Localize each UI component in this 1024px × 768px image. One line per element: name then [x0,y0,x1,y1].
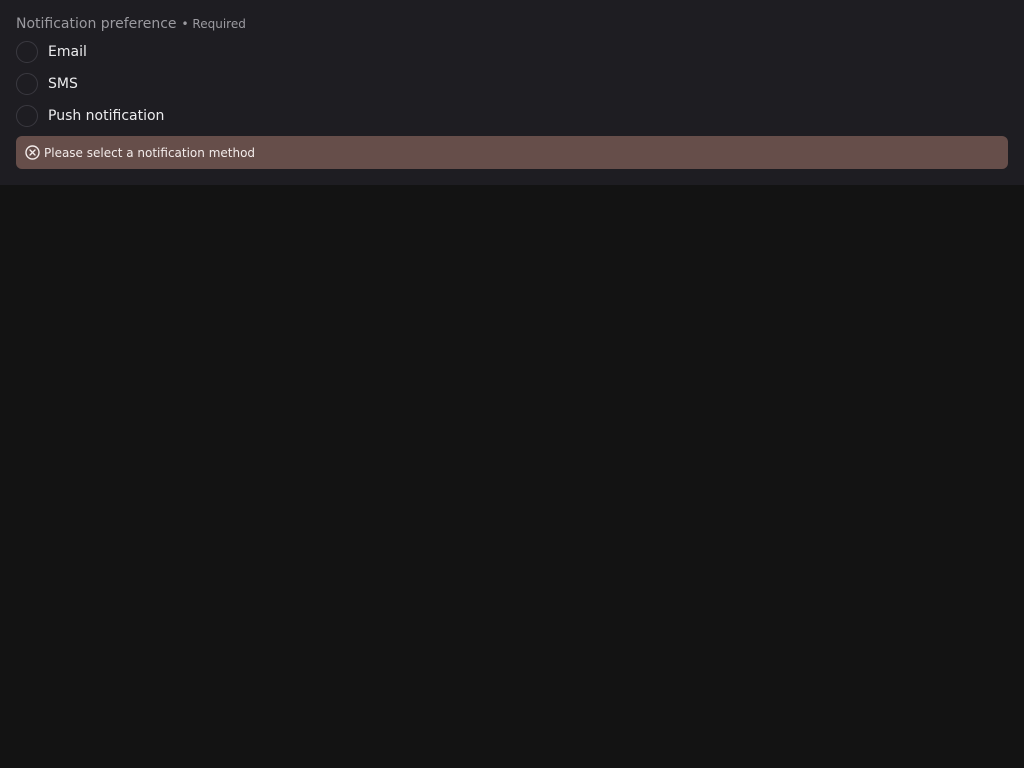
radio-option-sms[interactable]: SMS [16,72,78,96]
field-legend: Notification preference • Required [16,16,246,36]
radio-label-email[interactable]: Email [48,44,87,60]
radio-button-push-notification[interactable] [16,105,38,127]
radio-button-email[interactable] [16,41,38,63]
radio-button-sms[interactable] [16,73,38,95]
error-message-text: Please select a notification method [44,145,256,160]
error-circle-x-icon [25,145,40,160]
radio-label-push-notification[interactable]: Push notification [48,108,164,124]
error-message-box: Please select a notification method [16,136,1008,169]
required-indicator: • Required [181,17,246,31]
field-label: Notification preference [16,16,177,32]
radio-label-sms[interactable]: SMS [48,76,78,92]
notification-preference-fieldset: Notification preference • Required Email… [0,0,1024,185]
radio-option-email[interactable]: Email [16,40,87,64]
radio-option-push-notification[interactable]: Push notification [16,104,164,128]
